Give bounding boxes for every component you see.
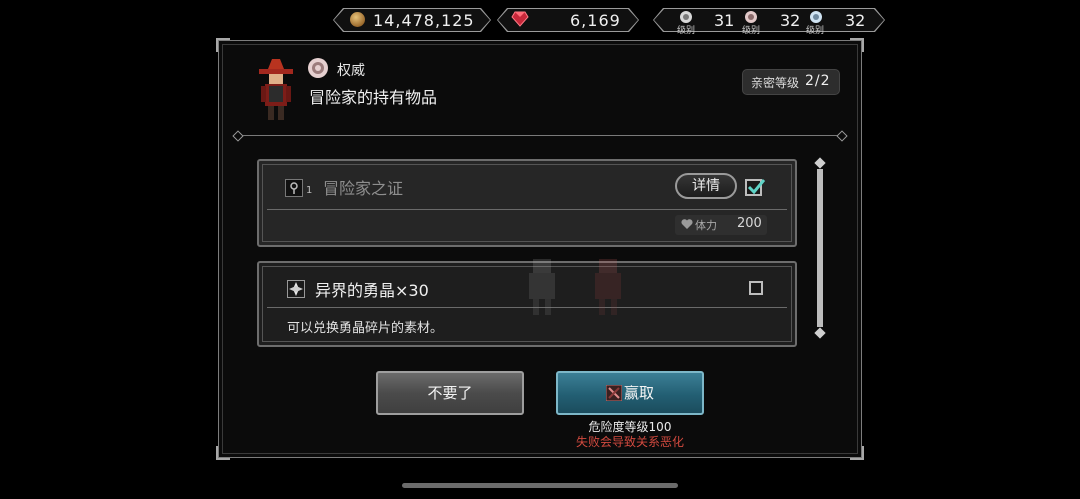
red-gem-icon	[511, 11, 529, 27]
adventurer-items-dialog: 权威 冒险家的持有物品 亲密等级 2/2 1 冒险家之证 详情 体力 200 异…	[216, 38, 864, 460]
stamina-label: 体力	[695, 219, 717, 232]
detail-button[interactable]: 详情	[675, 173, 737, 199]
authority-icon	[308, 58, 328, 78]
rank-label: 级别	[806, 26, 825, 36]
rank-label: 级别	[677, 26, 696, 36]
frame-corner	[216, 38, 230, 52]
rank-value: 32	[845, 11, 866, 30]
divider-ornament	[836, 130, 848, 142]
scroll-cap-bottom	[814, 327, 826, 339]
crystal-icon	[287, 280, 305, 298]
intimacy-label: 亲密等级	[751, 76, 800, 90]
adventurer-avatar	[259, 59, 293, 120]
heart-icon	[681, 219, 693, 229]
scrollbar[interactable]	[814, 157, 826, 339]
rank-value: 31	[714, 11, 735, 30]
steal-icon	[605, 385, 622, 401]
key-item-icon	[285, 179, 303, 197]
stamina-cost: 体力 200	[675, 215, 767, 235]
failure-warning-text: 失败会导致关系恶化	[575, 435, 684, 449]
background-character	[595, 259, 621, 315]
item-card-adventurer-proof[interactable]: 1 冒险家之证 详情 体力 200	[257, 159, 797, 247]
item-quantity: 1	[306, 185, 313, 196]
intimacy-level-badge: 亲密等级 2/2	[742, 69, 840, 95]
rank-value: 32	[780, 11, 801, 30]
rank-label: 级别	[742, 26, 761, 36]
item-description: 可以兑换勇晶碎片的素材。	[287, 321, 444, 336]
gold-coin-icon	[350, 12, 365, 27]
frame-corner	[216, 446, 230, 460]
stamina-value: 200	[737, 216, 762, 231]
gem-amount: 6,169	[570, 11, 621, 30]
background-character	[529, 259, 555, 315]
card-separator	[267, 209, 787, 210]
gold-amount: 14,478,125	[373, 11, 475, 30]
resource-bar: 14,478,125 6,169 级别 31 级别 32 级别 32	[0, 8, 1080, 36]
item-checkbox[interactable]	[749, 281, 763, 295]
item-checkbox-checked[interactable]	[745, 177, 765, 197]
intimacy-value: 2/2	[805, 73, 831, 89]
home-indicator[interactable]	[402, 483, 678, 488]
decline-button[interactable]: 不要了	[376, 371, 524, 415]
item-name: 冒险家之证	[323, 179, 404, 198]
item-name: 异界的勇晶×30	[315, 281, 429, 300]
dialog-title: 冒险家的持有物品	[309, 88, 438, 107]
frame-corner	[850, 446, 864, 460]
accept-button[interactable]: 赢取	[556, 371, 704, 415]
authority-label: 权威	[337, 63, 365, 79]
scroll-cap-top	[814, 157, 826, 169]
header-divider	[232, 130, 848, 142]
scroll-thumb[interactable]	[817, 169, 823, 327]
divider-ornament	[232, 130, 244, 142]
accept-label: 赢取	[623, 384, 654, 402]
frame-corner	[850, 38, 864, 52]
